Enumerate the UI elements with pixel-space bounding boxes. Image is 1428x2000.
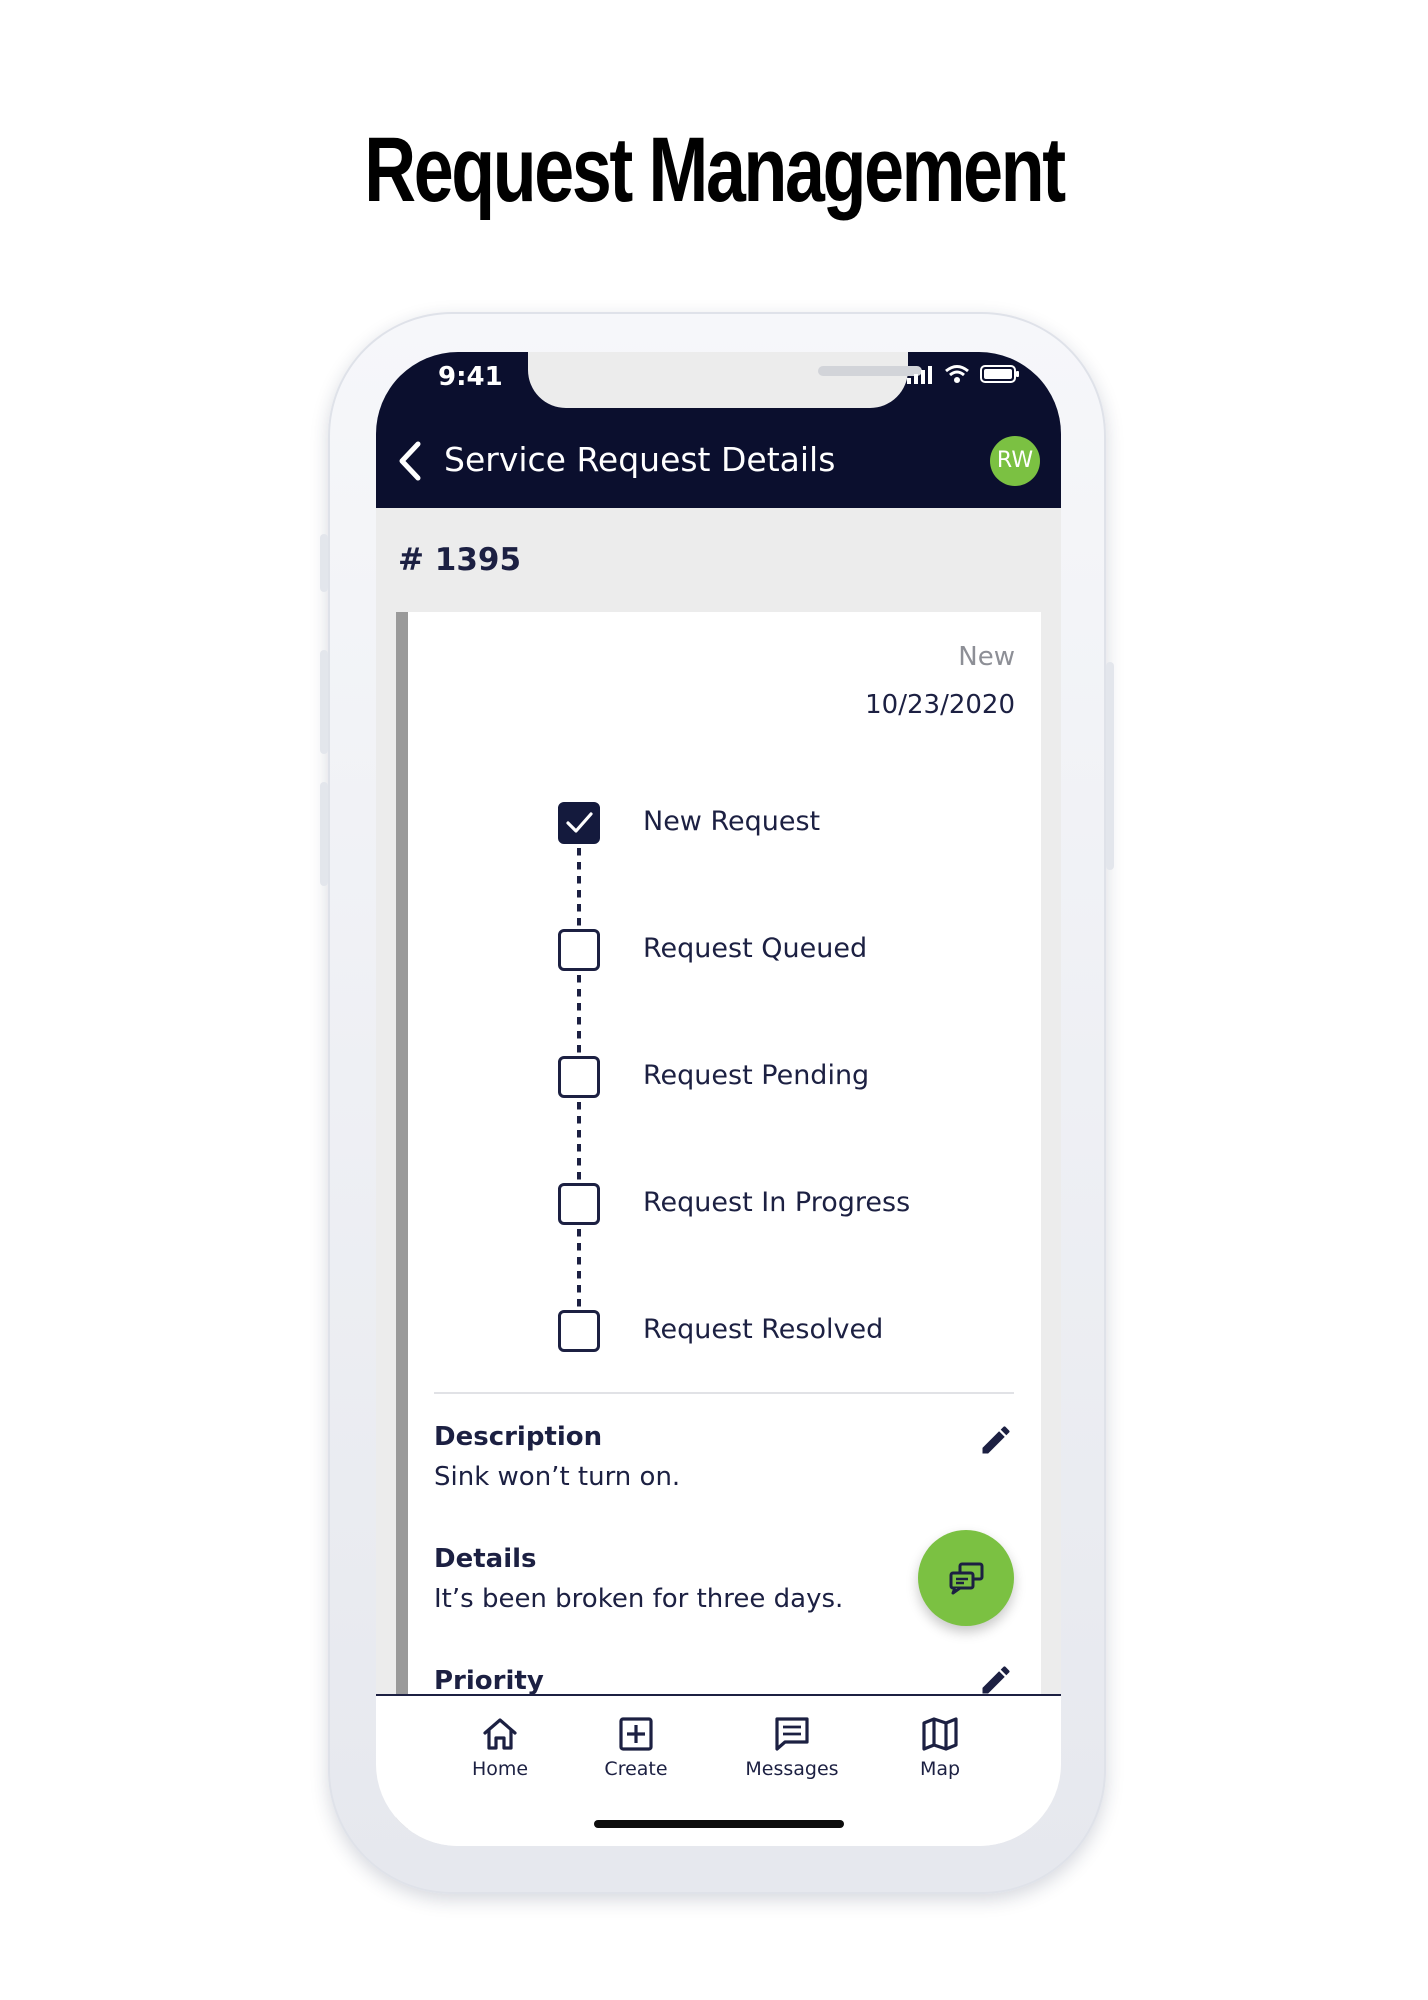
step-label: Request Resolved — [643, 1314, 884, 1345]
pencil-icon — [982, 1426, 1010, 1454]
signal-icon — [907, 366, 932, 384]
message-fab-button[interactable] — [918, 1530, 1014, 1626]
edit-description-button[interactable] — [978, 1422, 1014, 1458]
notch — [528, 352, 922, 408]
step-checkbox[interactable] — [558, 1310, 600, 1352]
step-checkbox[interactable] — [558, 1183, 600, 1225]
phone-volume-up — [320, 650, 328, 754]
description-title: Description — [434, 1422, 603, 1452]
page-headline: Request Management — [364, 119, 1066, 221]
tab-map[interactable]: Map — [880, 1714, 1000, 1780]
timeline-connector — [577, 975, 581, 1053]
status-badge: New — [958, 642, 1015, 672]
screen-title: Service Request Details — [444, 440, 836, 479]
tab-create-label: Create — [604, 1758, 668, 1780]
checkmark-icon — [566, 812, 593, 833]
step-label: Request Queued — [643, 933, 868, 964]
tab-messages[interactable]: Messages — [732, 1714, 852, 1780]
back-button[interactable] — [390, 436, 430, 486]
chat-bubbles-icon — [949, 1562, 984, 1595]
edit-priority-button[interactable] — [978, 1662, 1014, 1698]
step-label: New Request — [643, 806, 821, 837]
timeline-connector — [577, 848, 581, 926]
tab-create[interactable]: Create — [576, 1714, 696, 1780]
tab-messages-label: Messages — [745, 1758, 839, 1780]
phone-power-button — [1106, 662, 1114, 870]
pencil-icon — [982, 1666, 1010, 1694]
map-icon — [922, 1717, 958, 1751]
app-header: 9:41 Service Request Details RW — [376, 352, 1061, 508]
timeline-connector — [577, 1102, 581, 1180]
status-icons — [906, 364, 1020, 384]
section-divider — [434, 1392, 1014, 1394]
message-icon — [775, 1717, 809, 1751]
details-title: Details — [434, 1544, 537, 1574]
wifi-icon — [945, 365, 969, 383]
request-card: New 10/23/2020 New Request Request Queue… — [396, 612, 1041, 1846]
status-time: 9:41 — [438, 362, 503, 392]
phone-mute-switch — [320, 534, 328, 592]
tab-home[interactable]: Home — [440, 1714, 560, 1780]
priority-title: Priority — [434, 1666, 544, 1696]
user-avatar[interactable]: RW — [990, 436, 1040, 486]
add-square-icon — [619, 1717, 653, 1751]
home-indicator[interactable] — [594, 1820, 844, 1828]
tab-map-label: Map — [919, 1758, 961, 1780]
step-checkbox[interactable] — [558, 1056, 600, 1098]
chevron-left-icon — [399, 441, 421, 481]
details-value: It’s been broken for three days. — [434, 1584, 844, 1614]
timeline-connector — [577, 1229, 581, 1307]
description-value: Sink won’t turn on. — [434, 1462, 681, 1492]
home-icon — [483, 1718, 517, 1750]
tab-home-label: Home — [471, 1758, 529, 1780]
step-checkbox[interactable] — [558, 802, 600, 844]
step-checkbox[interactable] — [558, 929, 600, 971]
phone-screen: 9:41 Service Request Details RW # 1395 N… — [376, 352, 1061, 1846]
request-number: # 1395 — [398, 542, 522, 578]
step-label: Request In Progress — [643, 1187, 911, 1218]
request-date: 10/23/2020 — [865, 690, 1015, 720]
phone-volume-down — [320, 782, 328, 886]
battery-icon — [980, 365, 1019, 383]
step-label: Request Pending — [643, 1060, 870, 1091]
